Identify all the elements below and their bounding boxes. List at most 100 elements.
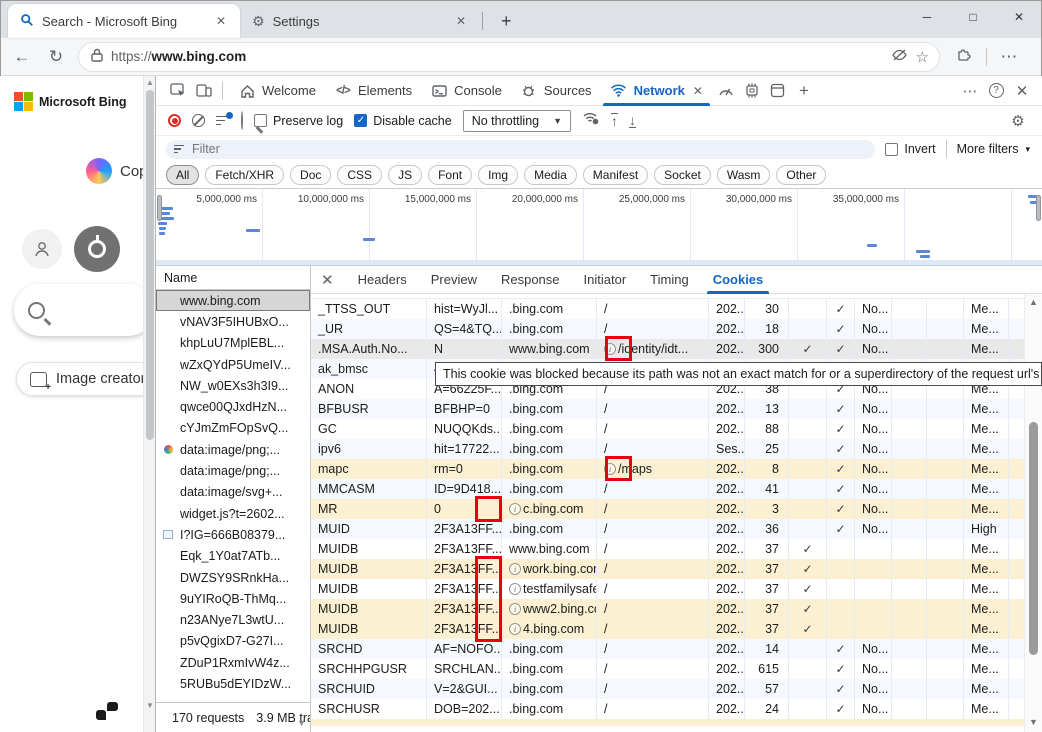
- cookie-row[interactable]: MMCASMID=9D418....bing.com/202...41✓No..…: [311, 479, 1024, 499]
- application-icon[interactable]: [766, 79, 790, 103]
- request-row[interactable]: p5vQgixD7-G27I...: [156, 631, 310, 652]
- request-row[interactable]: qwce00QJxdHzN...: [156, 396, 310, 417]
- blocked-info-icon[interactable]: i: [604, 343, 616, 355]
- browser-essentials-icon[interactable]: [952, 46, 976, 67]
- favorite-star-icon[interactable]: ☆: [916, 48, 929, 66]
- profile-button[interactable]: [22, 229, 62, 269]
- minimize-button[interactable]: ─: [904, 0, 950, 34]
- back-icon[interactable]: ←: [10, 47, 34, 67]
- blocked-info-icon[interactable]: i: [509, 563, 521, 575]
- image-creator-button[interactable]: Image creator: [16, 362, 143, 396]
- close-button[interactable]: ✕: [996, 0, 1042, 34]
- scroll-down-icon[interactable]: ▼: [144, 701, 156, 710]
- devtools-tab-console[interactable]: Console: [421, 76, 511, 106]
- preserve-log-checkbox[interactable]: Preserve log: [254, 114, 343, 128]
- blocked-info-icon[interactable]: i: [509, 583, 521, 595]
- invert-checkbox[interactable]: Invert: [885, 142, 935, 156]
- cookie-row[interactable]: SRCHUSRDOB=202....bing.com/202...24✓No..…: [311, 699, 1024, 719]
- disable-cache-checkbox[interactable]: Disable cache: [354, 114, 452, 128]
- export-har-icon[interactable]: ↓: [629, 113, 636, 128]
- import-har-icon[interactable]: ↑: [611, 113, 618, 128]
- type-filter-socket[interactable]: Socket: [654, 165, 711, 185]
- type-filter-doc[interactable]: Doc: [290, 165, 331, 185]
- cookies-scroll-down-icon[interactable]: ▼: [1025, 717, 1042, 727]
- maximize-button[interactable]: □: [950, 0, 996, 34]
- browser-tab[interactable]: Search - Microsoft Bing✕: [8, 4, 240, 38]
- record-icon[interactable]: [168, 114, 181, 127]
- scroll-up-icon[interactable]: ▲: [144, 78, 156, 87]
- cookie-row[interactable]: .MSA.Auth.No...Nwww.bing.comi/identity/i…: [311, 339, 1024, 359]
- cookies-scrollbar-thumb[interactable]: [1029, 422, 1038, 655]
- request-row[interactable]: DWZSY9SRnkHa...: [156, 567, 310, 588]
- type-filter-font[interactable]: Font: [428, 165, 472, 185]
- cookie-row[interactable]: ipv6hit=17722....bing.com/Ses...25✓No...…: [311, 439, 1024, 459]
- cookie-row[interactable]: MUIDB2F3A13FF...itestfamilysafety.bi.../…: [311, 579, 1024, 599]
- cookie-row[interactable]: mapcrm=0.bing.comi/maps202...8✓No...Me..…: [311, 459, 1024, 479]
- page-scrollbar[interactable]: ▲ ▼: [143, 76, 155, 732]
- timeline-left-handle[interactable]: [157, 195, 162, 221]
- request-row[interactable]: khpLuU7MplEBL...: [156, 333, 310, 354]
- cookie-row[interactable]: _URQS=4&TQ....bing.com/202...18✓No...Me.…: [311, 319, 1024, 339]
- cookie-row[interactable]: BFBUSRBFBHP=0.bing.com/202...13✓No...Me.…: [311, 399, 1024, 419]
- devtools-tab-elements[interactable]: </>Elements: [325, 76, 421, 106]
- copilot-button[interactable]: Cop: [86, 158, 143, 184]
- cookie-row[interactable]: GCNUQQKds....bing.com/202...88✓No...Me..…: [311, 419, 1024, 439]
- performance-icon[interactable]: [714, 79, 738, 103]
- request-row[interactable]: data:image/svg+...: [156, 482, 310, 503]
- cookies-scroll-up-icon[interactable]: ▲: [1025, 297, 1042, 307]
- requests-name-header[interactable]: Name: [156, 266, 310, 290]
- more-filters-button[interactable]: More filters ▾: [957, 142, 1030, 156]
- cookie-row[interactable]: MUIDB2F3A13FF...i4.bing.com/202...37✓Me.…: [311, 619, 1024, 639]
- cookie-row[interactable]: MR0ic.bing.com/202...3✓No...Me...: [311, 499, 1024, 519]
- request-row[interactable]: ZDuP1RxmIvW4z...: [156, 652, 310, 673]
- devtools-tab-network[interactable]: Network✕: [601, 76, 712, 106]
- blocked-info-icon[interactable]: i: [509, 603, 521, 615]
- filter-input-wrap[interactable]: [166, 140, 875, 159]
- detail-tab-preview[interactable]: Preview: [419, 266, 489, 294]
- detail-tab-timing[interactable]: Timing: [638, 266, 701, 294]
- blocked-info-icon[interactable]: i: [509, 503, 521, 515]
- detail-close-icon[interactable]: ✕: [321, 271, 334, 289]
- new-tab-button[interactable]: +: [495, 11, 518, 32]
- request-row[interactable]: cYJmZmFOpSvQ...: [156, 418, 310, 439]
- search-box[interactable]: [14, 284, 143, 336]
- microsoft-bing-logo[interactable]: Microsoft Bing: [14, 92, 127, 111]
- cookie-row[interactable]: SRCHUIDV=2&GUI....bing.com/202...57✓No..…: [311, 679, 1024, 699]
- timeline-right-handle[interactable]: [1036, 195, 1041, 221]
- request-row[interactable]: www.bing.com: [156, 290, 310, 311]
- request-row[interactable]: NW_w0EXs3h3I9...: [156, 375, 310, 396]
- blocked-info-icon[interactable]: i: [509, 623, 521, 635]
- cookie-row[interactable]: SRCHHPGUSRSRCHLAN....bing.com/202...615✓…: [311, 659, 1024, 679]
- detail-tab-initiator[interactable]: Initiator: [572, 266, 639, 294]
- filter-input[interactable]: [190, 141, 867, 157]
- request-row[interactable]: widget.js?t=2602...: [156, 503, 310, 524]
- type-filter-manifest[interactable]: Manifest: [583, 165, 648, 185]
- detail-tab-cookies[interactable]: Cookies: [701, 266, 776, 294]
- memory-icon[interactable]: [740, 79, 764, 103]
- rewards-button[interactable]: [74, 226, 120, 272]
- request-row[interactable]: data:image/png;...: [156, 439, 310, 460]
- cookies-scrollbar[interactable]: ▲ ▼: [1024, 294, 1042, 732]
- request-row[interactable]: 9uYIRoQB-ThMq...: [156, 588, 310, 609]
- network-timeline[interactable]: 5,000,000 ms10,000,000 ms15,000,000 ms20…: [156, 189, 1042, 266]
- network-settings-gear-icon[interactable]: ⚙: [1006, 109, 1030, 133]
- cookie-row[interactable]: MUIDB2F3A13FF...iwww2.bing.com/202...37✓…: [311, 599, 1024, 619]
- devtools-tab-welcome[interactable]: Welcome: [229, 76, 325, 106]
- page-scrollbar-thumb[interactable]: [146, 90, 154, 440]
- request-row[interactable]: data:image/png;...: [156, 460, 310, 481]
- cookie-row[interactable]: SRCHDAF=NOFO....bing.com/202...14✓No...M…: [311, 639, 1024, 659]
- hide-eye-icon[interactable]: [891, 48, 908, 66]
- cookie-row[interactable]: MUIDB2F3A13FF...iwork.bing.com/202...37✓…: [311, 559, 1024, 579]
- address-bar[interactable]: https://www.bing.com ☆: [78, 42, 940, 72]
- refresh-icon[interactable]: ↻: [44, 47, 68, 67]
- filter-toggle-icon[interactable]: [216, 115, 230, 127]
- devtools-more-icon[interactable]: ⋯: [958, 79, 982, 103]
- request-row[interactable]: vNAV3F5IHUBxO...: [156, 311, 310, 332]
- tab-close-icon[interactable]: ✕: [212, 12, 230, 30]
- browser-menu-icon[interactable]: ⋯: [997, 47, 1021, 67]
- cookie-row[interactable]: _TTSS_OUThist=WyJl....bing.com/202...30✓…: [311, 299, 1024, 319]
- request-row[interactable]: I?IG=666B08379...: [156, 524, 310, 545]
- request-row[interactable]: wZxQYdP5UmeIV...: [156, 354, 310, 375]
- type-filter-js[interactable]: JS: [388, 165, 422, 185]
- inspect-element-icon[interactable]: [166, 79, 190, 103]
